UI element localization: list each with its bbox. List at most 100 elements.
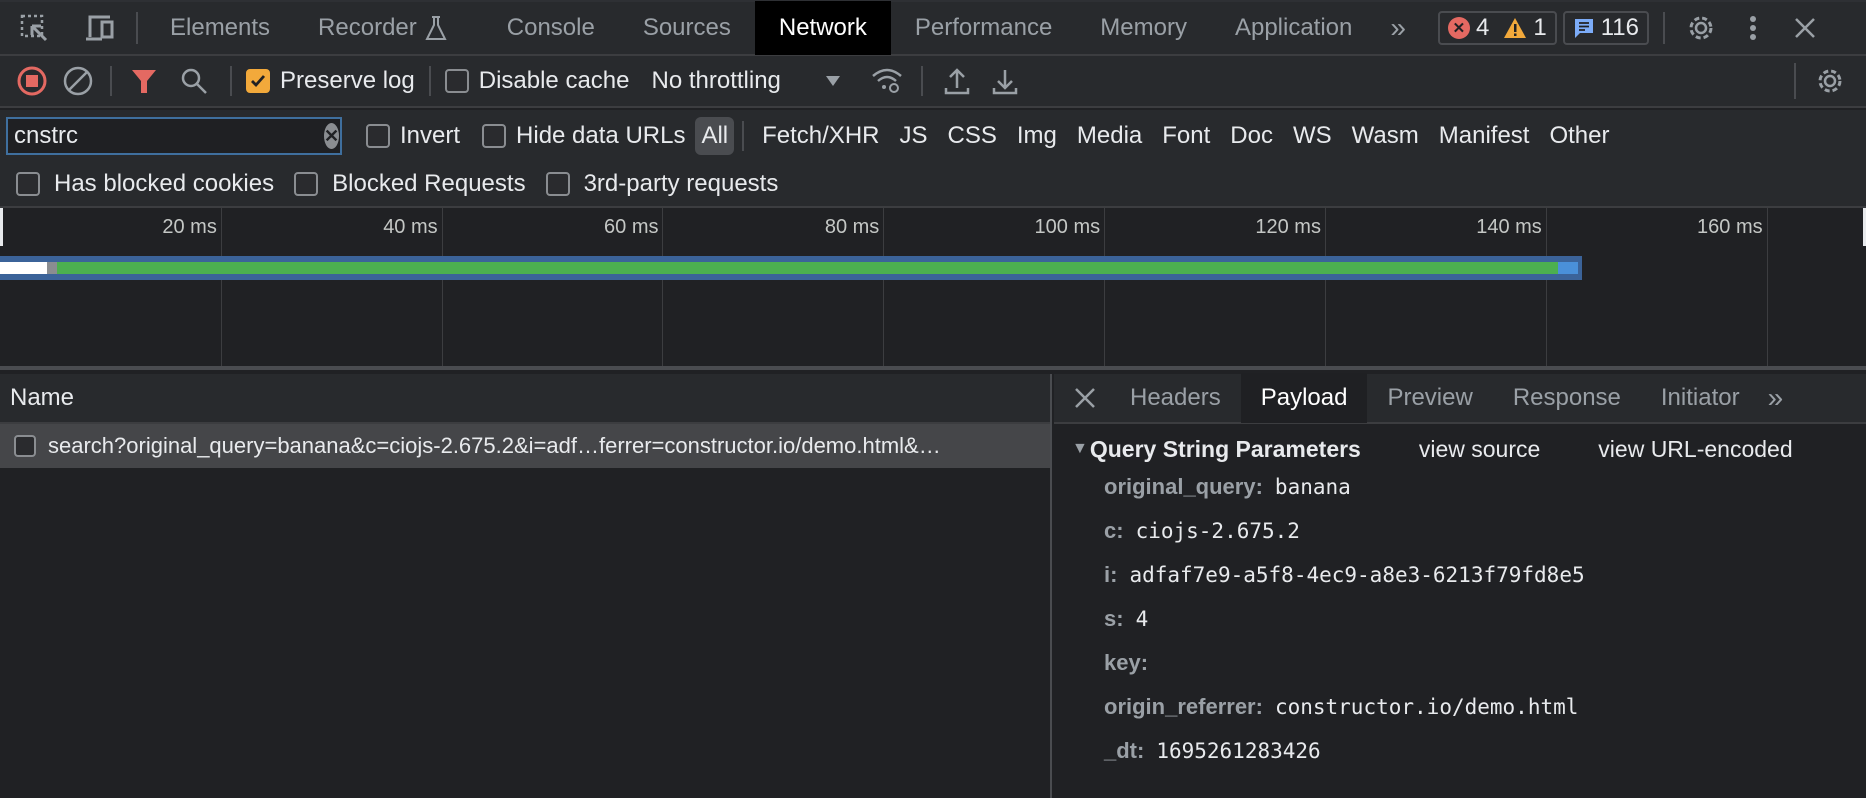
param-value: adfaf7e9-a5f8-4ec9-a8e3-6213f79fd8e5: [1129, 563, 1585, 587]
type-filter-manifest[interactable]: Manifest: [1429, 117, 1540, 155]
divider: [136, 12, 138, 44]
throttling-select[interactable]: No throttling: [651, 67, 841, 95]
checkbox-unchecked-icon: [294, 172, 319, 196]
timeline-tick-label: 120 ms: [1255, 216, 1321, 238]
query-params-list: original_query: banana c: ciojs-2.675.2 i: ad…: [1054, 474, 1866, 782]
timing-download-segment: [1557, 262, 1578, 274]
view-url-encoded-link[interactable]: view URL-encoded: [1598, 436, 1792, 463]
has-blocked-cookies-checkbox[interactable]: Has blocked cookies: [16, 170, 274, 198]
network-toolbar: Preserve log Disable cache No throttling: [0, 56, 1866, 108]
details-tab-response[interactable]: Response: [1493, 373, 1641, 423]
details-tab-preview[interactable]: Preview: [1367, 373, 1492, 423]
tab-performance[interactable]: Performance: [891, 1, 1076, 55]
divider: [1794, 63, 1796, 99]
timeline-overview[interactable]: 20 ms 40 ms 60 ms 80 ms 100 ms 120 ms 140 ms 16…: [0, 208, 1866, 370]
timeline-tick-label: 160 ms: [1697, 216, 1763, 238]
type-filter-label: Font: [1162, 122, 1211, 149]
disable-cache-checkbox[interactable]: Disable cache: [444, 67, 629, 95]
name-column-header[interactable]: Name: [0, 374, 1050, 424]
divider: [921, 66, 924, 96]
tab-network[interactable]: Network: [754, 1, 891, 55]
view-source-link[interactable]: view source: [1419, 436, 1540, 463]
more-options-kebab-icon[interactable]: [1731, 6, 1775, 50]
tab-label: Memory: [1100, 14, 1187, 41]
query-param-row: key:: [1054, 650, 1866, 694]
collapse-triangle-icon[interactable]: ▼: [1072, 440, 1088, 458]
more-details-tabs-chevron-icon[interactable]: »: [1760, 373, 1792, 423]
type-filter-all[interactable]: All: [695, 117, 735, 155]
timeline-handle-left[interactable]: [0, 208, 3, 246]
timeline-grid-line: [441, 208, 443, 366]
section-title[interactable]: Query String Parameters: [1090, 436, 1361, 463]
checkbox-unchecked-icon: [16, 172, 40, 196]
issues-counter[interactable]: ✕ 4 1: [1437, 11, 1557, 45]
tab-sources[interactable]: Sources: [619, 1, 755, 55]
tab-label: Performance: [914, 14, 1053, 41]
type-filter-doc[interactable]: Doc: [1220, 117, 1283, 155]
type-filter-label: All: [701, 122, 729, 149]
third-party-requests-checkbox[interactable]: 3rd-party requests: [545, 170, 778, 198]
export-har-download-icon[interactable]: [983, 59, 1027, 103]
timeline-tick-label: 100 ms: [1034, 216, 1101, 238]
timeline-tick-label: 140 ms: [1476, 216, 1542, 238]
timeline-grid-line: [1766, 208, 1768, 366]
warning-count: 1: [1533, 14, 1547, 41]
messages-counter[interactable]: 116: [1562, 11, 1649, 45]
flask-icon: [425, 16, 447, 40]
invert-label: Invert: [400, 122, 461, 149]
query-param-row: original_query: banana: [1054, 474, 1866, 518]
tab-elements[interactable]: Elements: [150, 1, 294, 55]
filter-input[interactable]: [14, 122, 324, 150]
type-filter-ws[interactable]: WS: [1283, 117, 1342, 155]
blocked-requests-checkbox[interactable]: Blocked Requests: [294, 170, 526, 198]
inspect-element-icon[interactable]: [12, 6, 56, 50]
clear-filter-icon[interactable]: ✕: [324, 123, 340, 149]
preserve-log-checkbox[interactable]: Preserve log: [246, 67, 415, 95]
close-details-icon[interactable]: [1054, 373, 1110, 423]
timing-waiting-segment: [47, 262, 1560, 274]
filter-funnel-icon[interactable]: [122, 59, 166, 103]
filter-input-box[interactable]: ✕: [6, 117, 342, 155]
search-icon[interactable]: [172, 59, 216, 103]
clear-log-icon[interactable]: [56, 59, 100, 103]
more-tabs-chevron-icon[interactable]: »: [1376, 1, 1420, 55]
type-filter-font[interactable]: Font: [1152, 117, 1220, 155]
type-filter-other[interactable]: Other: [1539, 117, 1619, 155]
request-filters-row: Has blocked cookies Blocked Requests 3rd…: [0, 162, 1866, 208]
tab-recorder[interactable]: Recorder: [294, 1, 471, 55]
filter-bar: ✕ Invert Hide data URLs All Fetch/XHR JS…: [0, 110, 1866, 162]
checkbox-unchecked-icon: [545, 172, 570, 196]
type-filter-fetch-xhr[interactable]: Fetch/XHR: [752, 117, 889, 155]
record-stop-icon[interactable]: [10, 59, 54, 103]
timeline-tick-label: 60 ms: [604, 216, 659, 238]
close-devtools-icon[interactable]: [1783, 6, 1827, 50]
details-tab-headers[interactable]: Headers: [1110, 373, 1241, 423]
details-tab-payload[interactable]: Payload: [1240, 373, 1368, 423]
query-param-row: c: ciojs-2.675.2: [1054, 518, 1866, 562]
type-filter-img[interactable]: Img: [1007, 117, 1067, 155]
divider: [110, 66, 112, 96]
device-toolbar-icon[interactable]: [78, 6, 122, 50]
network-settings-gear-icon[interactable]: [1808, 59, 1852, 103]
timing-queue-segment: [0, 262, 48, 274]
tab-memory[interactable]: Memory: [1076, 1, 1211, 55]
tab-console[interactable]: Console: [483, 1, 619, 55]
tab-application[interactable]: Application: [1211, 1, 1376, 55]
hide-data-urls-checkbox[interactable]: Hide data URLs: [482, 122, 685, 150]
details-tab-initiator[interactable]: Initiator: [1641, 373, 1760, 423]
type-filter-css[interactable]: CSS: [938, 117, 1007, 155]
throttling-value: No throttling: [651, 67, 781, 94]
param-value: ciojs-2.675.2: [1135, 519, 1300, 543]
settings-gear-icon[interactable]: [1679, 6, 1723, 50]
network-conditions-wifi-icon[interactable]: [865, 59, 909, 103]
request-row[interactable]: search?original_query=banana&c=ciojs-2.6…: [0, 424, 1050, 468]
type-filter-media[interactable]: Media: [1067, 117, 1152, 155]
type-filter-label: Media: [1076, 122, 1143, 149]
query-param-row: origin_referrer: constructor.io/demo.html: [1054, 694, 1866, 738]
import-har-upload-icon[interactable]: [935, 59, 979, 103]
param-key: original_query:: [1104, 474, 1263, 499]
type-filter-wasm[interactable]: Wasm: [1342, 117, 1429, 155]
type-filter-js[interactable]: JS: [890, 117, 938, 155]
tab-label: Headers: [1130, 384, 1221, 411]
invert-checkbox[interactable]: Invert: [366, 122, 460, 150]
